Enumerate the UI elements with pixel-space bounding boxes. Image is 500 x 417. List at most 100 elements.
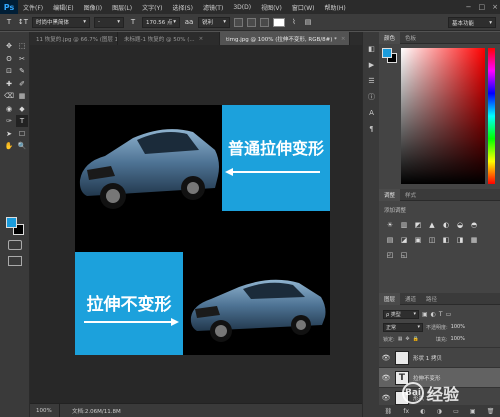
type-tool-icon[interactable]: T (4, 17, 14, 28)
invert-icon[interactable]: ◧ (440, 234, 452, 246)
stamp-tool-icon[interactable]: ✐ (16, 78, 28, 90)
paragraph-icon[interactable]: ¶ (367, 124, 376, 133)
new-adjustment-icon[interactable]: ◑ (437, 408, 442, 415)
tab-paths[interactable]: 路径 (421, 293, 442, 305)
new-layer-icon[interactable]: ▣ (470, 408, 476, 415)
visibility-eye-icon[interactable]: 👁 (379, 394, 393, 402)
antialias-select[interactable]: 锐利 ▾ (198, 16, 230, 28)
tab-swatches[interactable]: 色板 (400, 32, 421, 44)
foreground-color-swatch[interactable] (382, 48, 392, 58)
filter-shape-icon[interactable]: ▭ (446, 311, 452, 318)
gradient-map-icon[interactable]: ◰ (384, 249, 396, 261)
align-center-button[interactable] (247, 17, 256, 27)
menu-file[interactable]: 文件(F) (18, 3, 48, 12)
vibrance-icon[interactable]: ◐ (440, 219, 452, 231)
actions-icon[interactable]: ▶ (367, 60, 376, 69)
color-lookup-icon[interactable]: ◫ (426, 234, 438, 246)
hue-slider[interactable] (488, 48, 495, 184)
lock-position-icon[interactable]: ✥ (405, 336, 409, 342)
photo-filter-icon[interactable]: ◪ (398, 234, 410, 246)
zoom-tool-icon[interactable]: 🔍 (16, 140, 28, 152)
document-size[interactable]: 文档:2.06M/11.8M (60, 407, 121, 415)
fill-value[interactable]: 100% (451, 336, 465, 342)
lock-pixels-icon[interactable]: ▦ (398, 336, 403, 342)
close-icon[interactable]: × (199, 36, 204, 42)
character-panel-icon[interactable]: ▤ (303, 17, 313, 28)
menu-type[interactable]: 文字(Y) (137, 3, 167, 12)
eraser-tool-icon[interactable]: ⌫ (3, 90, 15, 102)
healing-tool-icon[interactable]: ✚ (3, 78, 15, 90)
workspace-select[interactable]: 基本功能 ▾ (448, 17, 496, 28)
layer-style-icon[interactable]: fx (403, 408, 409, 415)
align-right-button[interactable] (260, 17, 269, 27)
eyedropper-tool-icon[interactable]: ⊡ (3, 65, 15, 77)
lasso-tool-icon[interactable]: ʘ (3, 53, 15, 65)
menu-image[interactable]: 图像(I) (79, 3, 107, 12)
move-tool-icon[interactable]: ✥ (3, 40, 15, 52)
menu-help[interactable]: 帮助(H) (320, 3, 351, 12)
menu-3d[interactable]: 3D(D) (228, 4, 256, 11)
hand-tool-icon[interactable]: ✋ (3, 140, 15, 152)
threshold-icon[interactable]: ▦ (468, 234, 480, 246)
brush-tool-icon[interactable]: ✎ (16, 65, 28, 77)
quick-mask-icon[interactable] (8, 240, 22, 250)
canvas-area[interactable]: 普通拉伸变形 拉伸不变形 (30, 45, 372, 403)
crop-tool-icon[interactable]: ✂ (16, 53, 28, 65)
character-icon[interactable]: A (367, 108, 376, 117)
text-orientation-icon[interactable]: ↕T (18, 17, 28, 28)
tab-document-active[interactable]: timg.jpg @ 100% (拉伸不变形, RGB/8#) * × (220, 32, 350, 45)
posterize-icon[interactable]: ◨ (454, 234, 466, 246)
blend-mode-select[interactable]: 正常 ▾ (383, 322, 423, 332)
visibility-eye-icon[interactable]: 👁 (379, 374, 393, 382)
info-icon[interactable]: ⓘ (367, 92, 376, 101)
pen-tool-icon[interactable]: ✑ (3, 115, 15, 127)
dodge-tool-icon[interactable]: ◆ (16, 103, 28, 115)
menu-filter[interactable]: 滤镜(T) (198, 3, 228, 12)
black-white-icon[interactable]: ▤ (384, 234, 396, 246)
tab-document-2[interactable]: 未标题-1 恢复的 @ 50% (... × (118, 32, 220, 45)
shape-tool-icon[interactable]: ☐ (16, 128, 28, 140)
maximize-icon[interactable]: □ (479, 3, 486, 11)
add-mask-icon[interactable]: ◐ (420, 408, 425, 415)
text-color-swatch[interactable] (273, 17, 285, 27)
lock-all-icon[interactable]: 🔒 (413, 336, 419, 342)
layer-filter-select[interactable]: ρ 类型 ▾ (383, 309, 419, 319)
tab-adjustments[interactable]: 调整 (379, 188, 401, 201)
close-icon[interactable]: × (341, 36, 346, 42)
tab-layers[interactable]: 图层 (379, 292, 401, 305)
exposure-icon[interactable]: ▲ (426, 219, 438, 231)
foreground-color-swatch[interactable] (6, 217, 17, 228)
levels-icon[interactable]: ▥ (398, 219, 410, 231)
gradient-tool-icon[interactable]: ▦ (16, 90, 28, 102)
blur-tool-icon[interactable]: ◉ (3, 103, 15, 115)
font-style-select[interactable]: - ▾ (94, 16, 124, 28)
align-left-button[interactable] (234, 17, 243, 27)
filter-adjust-icon[interactable]: ◐ (431, 311, 436, 318)
filter-type-icon[interactable]: T (439, 311, 443, 318)
screen-mode-icon[interactable] (8, 256, 22, 266)
delete-layer-icon[interactable]: 🗑 (487, 408, 495, 415)
history-icon[interactable]: ◧ (367, 44, 376, 53)
menu-layer[interactable]: 图层(L) (107, 3, 137, 12)
menu-window[interactable]: 窗口(W) (287, 3, 320, 12)
color-picker-field[interactable] (401, 48, 485, 184)
visibility-eye-icon[interactable]: 👁 (379, 354, 393, 362)
brightness-icon[interactable]: ☀ (384, 219, 396, 231)
marquee-tool-icon[interactable]: ⬚ (16, 40, 28, 52)
tab-styles[interactable]: 样式 (400, 189, 421, 201)
tab-channels[interactable]: 通道 (400, 293, 421, 305)
tab-color[interactable]: 颜色 (379, 31, 401, 44)
color-balance-icon[interactable]: ◓ (468, 219, 480, 231)
minimize-icon[interactable]: − (466, 3, 472, 11)
font-size-select[interactable]: 170.56 点 ▾ (142, 16, 180, 28)
properties-icon[interactable]: ☰ (367, 76, 376, 85)
curves-icon[interactable]: ◩ (412, 219, 424, 231)
menu-edit[interactable]: 编辑(E) (48, 3, 78, 12)
close-icon[interactable]: × (492, 3, 498, 11)
font-family-select[interactable]: 时尚中黑简体 ▾ (32, 16, 90, 28)
channel-mixer-icon[interactable]: ▣ (412, 234, 424, 246)
hue-saturation-icon[interactable]: ◒ (454, 219, 466, 231)
menu-view[interactable]: 视图(V) (256, 3, 287, 12)
zoom-level[interactable]: 100% (30, 403, 60, 417)
filter-pixel-icon[interactable]: ▣ (422, 311, 428, 318)
